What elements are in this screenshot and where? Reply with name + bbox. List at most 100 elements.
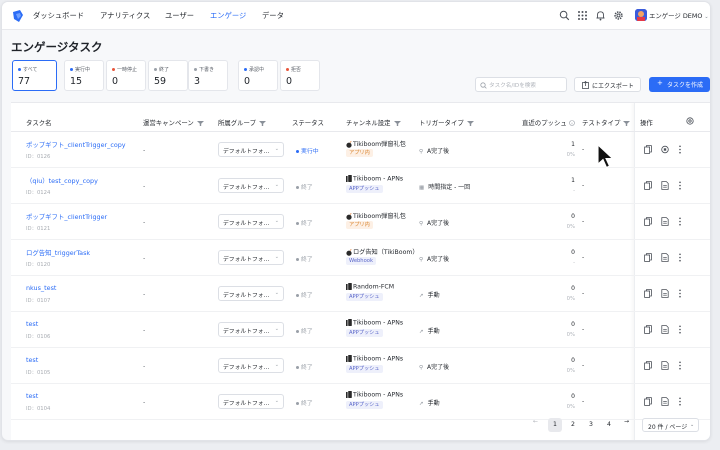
more-icon[interactable] xyxy=(678,217,682,226)
task-id: ID：0121 xyxy=(26,226,51,232)
copy-icon[interactable] xyxy=(644,397,652,406)
more-icon[interactable] xyxy=(678,361,682,370)
stat-card[interactable]: 下書き 3 xyxy=(188,60,228,91)
table-row[interactable]: ログ告知_triggerTask ID：0120 - デフォルトフォ… ⌄ 終了 … xyxy=(11,240,710,276)
stop-icon[interactable] xyxy=(661,145,669,154)
group-select[interactable]: デフォルトフォ… ⌄ xyxy=(218,394,284,409)
stat-card[interactable]: すべて 77 xyxy=(12,60,57,91)
task-name-link[interactable]: test xyxy=(26,392,38,400)
stat-card[interactable]: 終了 59 xyxy=(148,60,188,91)
trigger-icon: ➚ xyxy=(419,401,424,407)
copy-icon[interactable] xyxy=(644,289,652,298)
copy-icon[interactable] xyxy=(644,325,652,334)
more-icon[interactable] xyxy=(678,397,682,406)
filter-icon[interactable] xyxy=(393,120,401,126)
task-name-link[interactable]: （qiu）test_copy_copy xyxy=(26,176,98,185)
status-dot-icon xyxy=(194,68,197,71)
group-select[interactable]: デフォルトフォ… ⌄ xyxy=(218,142,284,157)
table-row[interactable]: nkus_test ID：0107 - デフォルトフォ… ⌄ 終了 Random-… xyxy=(11,276,710,312)
bomb-icon xyxy=(346,212,352,220)
more-icon[interactable] xyxy=(678,253,682,262)
account-name[interactable]: エンゲージ DEMO ⌄ xyxy=(649,11,709,20)
app-logo-icon[interactable] xyxy=(11,9,25,23)
trigger-icon: ⚲ xyxy=(419,257,424,263)
task-name-link[interactable]: ログ告知_triggerTask xyxy=(26,248,90,257)
report-icon[interactable] xyxy=(661,181,669,190)
report-icon[interactable] xyxy=(661,325,669,334)
group-select[interactable]: デフォルトフォ… ⌄ xyxy=(218,358,284,373)
channel-tag: APPプッシュ xyxy=(346,293,383,301)
account-avatar[interactable] xyxy=(635,9,647,21)
table-row[interactable]: ポップギフト_clientTrigger ID：0121 - デフォルトフォ… ⌄… xyxy=(11,204,710,240)
chevron-down-icon: ⌄ xyxy=(274,362,279,368)
page-number-button[interactable]: 1 xyxy=(548,418,562,432)
create-task-button[interactable]: + タスクを作成 xyxy=(649,77,710,92)
more-icon[interactable] xyxy=(678,325,682,334)
table-row[interactable]: test ID：0105 - デフォルトフォ… ⌄ 終了 Tikiboom - A… xyxy=(11,348,710,384)
column-settings-icon[interactable] xyxy=(686,117,694,125)
more-icon[interactable] xyxy=(678,181,682,190)
col-campaign[interactable]: 運営キャンペーン xyxy=(143,118,204,127)
filter-icon[interactable] xyxy=(623,120,631,126)
report-icon[interactable] xyxy=(661,217,669,226)
table-row[interactable]: test ID：0104 - デフォルトフォ… ⌄ 終了 Tikiboom - A… xyxy=(11,384,710,420)
stat-label: 拒否 xyxy=(286,66,301,73)
stat-card[interactable]: 拒否 0 xyxy=(280,60,320,91)
task-name-link[interactable]: test xyxy=(26,356,38,364)
more-icon[interactable] xyxy=(678,289,682,298)
nav-data[interactable]: データ xyxy=(262,11,284,21)
more-icon[interactable] xyxy=(678,145,682,154)
prev-page-button[interactable]: ← xyxy=(533,418,538,432)
copy-icon[interactable] xyxy=(644,181,652,190)
nav-analytics[interactable]: アナリティクス xyxy=(100,11,150,21)
group-select[interactable]: デフォルトフォ… ⌄ xyxy=(218,250,284,265)
export-button[interactable]: にエクスポート xyxy=(574,77,641,92)
nav-engage[interactable]: エンゲージ xyxy=(210,11,246,21)
stat-card[interactable]: 一時停止 0 xyxy=(106,60,146,91)
bell-icon[interactable] xyxy=(595,10,606,21)
group-select[interactable]: デフォルトフォ… ⌄ xyxy=(218,178,284,193)
copy-icon[interactable] xyxy=(644,145,652,154)
report-icon[interactable] xyxy=(661,289,669,298)
table-row[interactable]: test ID：0106 - デフォルトフォ… ⌄ 終了 Tikiboom - A… xyxy=(11,312,710,348)
task-name-link[interactable]: ポップギフト_clientTrigger xyxy=(26,212,107,221)
filter-icon[interactable] xyxy=(196,120,204,126)
col-trigger[interactable]: トリガータイプ xyxy=(419,118,474,127)
page-number-button[interactable]: 4 xyxy=(602,418,616,432)
search-input[interactable]: タスク名/IDを検索 xyxy=(475,77,567,92)
report-icon[interactable] xyxy=(661,253,669,262)
gear-icon[interactable] xyxy=(613,10,624,21)
report-icon[interactable] xyxy=(661,361,669,370)
stat-card[interactable]: 承認中 0 xyxy=(238,60,278,91)
apps-grid-icon[interactable] xyxy=(577,10,588,21)
page-number-button[interactable]: 2 xyxy=(566,418,580,432)
table-row[interactable]: （qiu）test_copy_copy ID：0124 - デフォルトフォ… ⌄ … xyxy=(11,168,710,204)
filter-icon[interactable] xyxy=(258,120,266,126)
stat-card[interactable]: 実行中 15 xyxy=(64,60,104,91)
info-icon[interactable] xyxy=(568,120,575,126)
copy-icon[interactable] xyxy=(644,253,652,262)
stat-label: 承認中 xyxy=(244,66,264,73)
col-channel[interactable]: チャンネル設定 xyxy=(346,118,401,127)
campaign-value: - xyxy=(143,146,146,154)
page-number-button[interactable]: 3 xyxy=(584,418,598,432)
task-name-link[interactable]: test xyxy=(26,320,38,328)
copy-icon[interactable] xyxy=(644,217,652,226)
group-select[interactable]: デフォルトフォ… ⌄ xyxy=(218,286,284,301)
last-push-count: 1 xyxy=(571,141,575,148)
search-icon[interactable] xyxy=(559,10,570,21)
report-icon[interactable] xyxy=(661,397,669,406)
next-page-button[interactable]: → xyxy=(624,418,629,432)
task-name-link[interactable]: ポップギフト_clientTrigger_copy xyxy=(26,140,126,149)
group-select[interactable]: デフォルトフォ… ⌄ xyxy=(218,322,284,337)
nav-dashboard[interactable]: ダッシュボード xyxy=(33,11,84,21)
per-page-select[interactable]: 20 件 / ページ ⌄ xyxy=(642,418,699,432)
campaign-value: - xyxy=(143,398,146,406)
task-name-link[interactable]: nkus_test xyxy=(26,284,56,292)
col-group[interactable]: 所属グループ xyxy=(218,118,266,127)
filter-icon[interactable] xyxy=(466,120,474,126)
col-test-type[interactable]: テストタイプ xyxy=(582,118,631,127)
copy-icon[interactable] xyxy=(644,361,652,370)
group-select[interactable]: デフォルトフォ… ⌄ xyxy=(218,214,284,229)
nav-users[interactable]: ユーザー xyxy=(165,11,194,21)
